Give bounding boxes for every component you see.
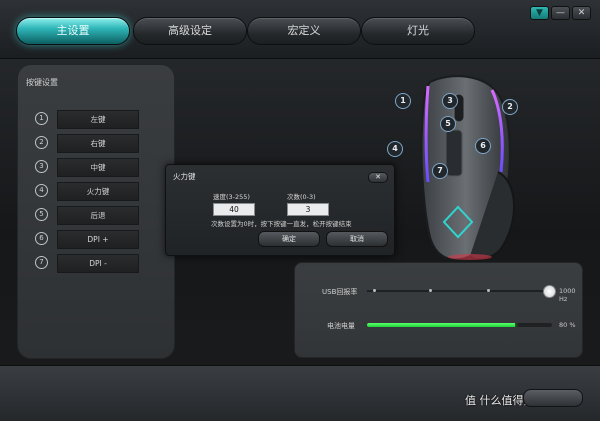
tab-macro[interactable]: 宏定义	[247, 17, 361, 45]
panel-title: 按键设置	[26, 78, 58, 87]
key-number-badge: 6	[35, 232, 48, 245]
key-assign-button-1[interactable]: 左键	[57, 110, 139, 129]
slider-tick	[429, 289, 432, 292]
dialog-title: 火力键	[173, 172, 196, 181]
mouse-diagram: 1 2 3 4 5 6 7	[380, 72, 530, 262]
usb-polling-value: 1000 Hz	[559, 287, 576, 303]
count-label: 次数(0-3)	[287, 193, 316, 201]
count-input[interactable]: 3	[287, 203, 329, 216]
key-number-badge: 2	[35, 136, 48, 149]
polling-rate-knob[interactable]	[543, 285, 556, 298]
key-assign-button-7[interactable]: DPI -	[57, 254, 139, 273]
close-button[interactable]: ✕	[572, 6, 591, 20]
polling-rate-slider[interactable]	[367, 289, 550, 292]
callout-3: 3	[442, 93, 458, 109]
key-settings-panel: 按键设置 1 左键 2 右键 3 中键 4 火力键 5 后退 6 DPI + 7…	[17, 64, 175, 359]
tab-main-settings[interactable]: 主设置	[16, 17, 130, 45]
callout-2: 2	[502, 99, 518, 115]
minimize-button[interactable]: ▼	[530, 6, 549, 20]
restore-button[interactable]: —	[551, 6, 570, 20]
callout-7: 7	[432, 163, 448, 179]
app-window: ▼ — ✕ 主设置 高级设定 宏定义 灯光 按键设置 1 左键 2 右键 3 中…	[0, 0, 600, 421]
slider-tick	[373, 289, 376, 292]
key-number-badge: 1	[35, 112, 48, 125]
key-assign-button-2[interactable]: 右键	[57, 134, 139, 153]
key-assign-button-3[interactable]: 中键	[57, 158, 139, 177]
key-number-badge: 3	[35, 160, 48, 173]
key-assign-button-5[interactable]: 后退	[57, 206, 139, 225]
tab-advanced[interactable]: 高级设定	[133, 17, 247, 45]
key-number-badge: 5	[35, 208, 48, 221]
callout-6: 6	[475, 138, 491, 154]
dialog-hint: 次数设置为0时，按下按键一直发，松开按键结束	[211, 220, 352, 228]
battery-bar	[367, 323, 552, 327]
bottom-action-button[interactable]	[523, 389, 583, 407]
key-assign-button-6[interactable]: DPI +	[57, 230, 139, 249]
key-number-badge: 7	[35, 256, 48, 269]
callout-4: 4	[387, 141, 403, 157]
callout-1: 1	[395, 93, 411, 109]
fire-key-dialog: 火力键 ✕ 速度(3-255) 40 次数(0-3) 3 次数设置为0时，按下按…	[165, 164, 395, 256]
battery-fill	[367, 323, 515, 327]
usb-polling-label: USB回报率	[322, 288, 358, 296]
ok-button[interactable]: 确定	[258, 231, 320, 247]
dialog-close-button[interactable]: ✕	[368, 172, 388, 183]
battery-value: 80 %	[559, 321, 576, 329]
tab-lighting[interactable]: 灯光	[361, 17, 475, 45]
key-assign-button-4[interactable]: 火力键	[57, 182, 139, 201]
speed-input[interactable]: 40	[213, 203, 255, 216]
device-settings-panel: USB回报率 1000 Hz 电池电量 80 %	[294, 262, 583, 358]
top-bar: ▼ — ✕ 主设置 高级设定 宏定义 灯光	[0, 0, 600, 59]
cancel-button[interactable]: 取消	[326, 231, 388, 247]
speed-label: 速度(3-255)	[213, 193, 250, 201]
key-number-badge: 4	[35, 184, 48, 197]
slider-tick	[487, 289, 490, 292]
callout-5: 5	[440, 116, 456, 132]
battery-label: 电池电量	[327, 322, 355, 330]
